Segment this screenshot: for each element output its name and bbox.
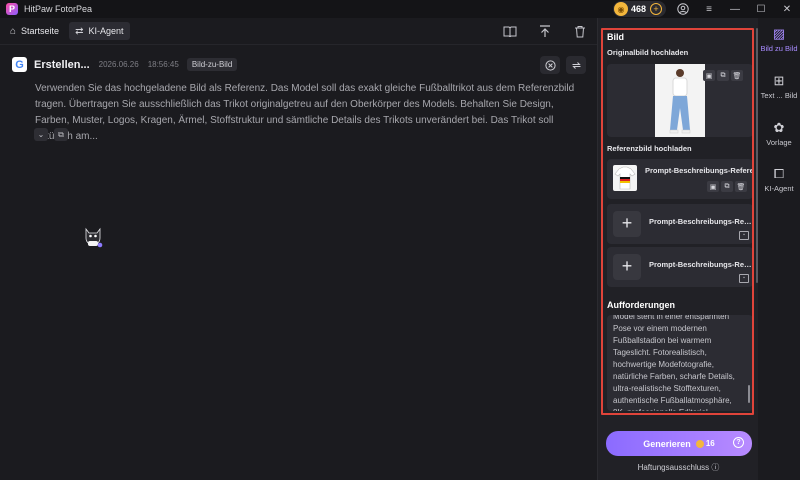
replace-reference-icon[interactable]: ▣ [707, 181, 719, 192]
regenerate-button[interactable] [566, 56, 586, 74]
sidebar-label: Text ... Bild [760, 91, 798, 100]
image-select-icon[interactable]: ▪ [739, 274, 749, 283]
add-reference-slot[interactable]: + Prompt-Beschreibungs-Refer... ▪ [607, 204, 753, 244]
template-icon: ✿ [773, 120, 785, 135]
coin-balance[interactable]: ◉ 468 + [612, 1, 666, 17]
image-to-image-icon: ▨ [772, 26, 786, 41]
app-window: HitPaw FotorPea ◉ 468 + ≡ — ☐ ✕ ⌂ Starts… [0, 0, 800, 480]
cancel-task-button[interactable] [540, 56, 560, 74]
replace-image-icon[interactable]: ▣ [703, 70, 715, 81]
section-title-image: Bild [607, 32, 624, 42]
sidebar-label: KI-Agent [764, 184, 794, 193]
coin-count: 468 [630, 4, 646, 14]
sidebar-item-image-to-image[interactable]: ▨ Bild zu Bild [758, 26, 800, 53]
tab-home-label: Startseite [21, 26, 60, 36]
sidebar-label: Bild zu Bild [760, 44, 798, 53]
home-icon: ⌂ [10, 25, 17, 37]
google-model-icon: G [12, 57, 27, 72]
reference-slot-name: Prompt-Beschreibungs-Refer... [649, 217, 753, 226]
reference-thumbnail [613, 165, 637, 191]
requirements-scrollbar[interactable] [748, 385, 750, 403]
tab-ai-agent-label: KI-Agent [88, 26, 124, 36]
coin-icon [695, 439, 704, 448]
copy-reference-icon[interactable]: ⧉ [721, 181, 733, 192]
parameter-panel: Bild Originalbild hochladen ▣ ⧉ 🗑 Refere… [597, 18, 758, 480]
add-coins-icon[interactable]: + [650, 3, 662, 15]
sidebar-item-template[interactable]: ✿ Vorlage [758, 120, 800, 147]
tab-home[interactable]: ⌂ Startseite [4, 22, 65, 40]
requirements-textarea[interactable]: Model steht in einer entspannten Pose vo… [607, 315, 752, 411]
ai-agent-icon: ⧠ [773, 166, 785, 181]
loading-mascot-icon [82, 225, 104, 249]
image-parameters-box: Bild Originalbild hochladen ▣ ⧉ 🗑 Refere… [601, 28, 754, 415]
prompt-text: Verwenden Sie das hochgeladene Bild als … [35, 83, 575, 142]
text-to-image-icon: ⊞ [773, 73, 785, 88]
app-title: HitPaw FotorPea [24, 4, 93, 14]
menu-icon[interactable]: ≡ [696, 0, 722, 18]
delete-reference-icon[interactable]: 🗑 [735, 181, 747, 192]
copy-image-icon[interactable]: ⧉ [717, 70, 729, 81]
expand-chevron-icon[interactable]: ⌄ [34, 128, 48, 141]
copy-icon[interactable]: ⧉ [54, 128, 68, 141]
coin-icon: ◉ [613, 2, 628, 16]
delete-image-icon[interactable]: 🗑 [731, 70, 743, 81]
task-title: Erstellen... [34, 58, 90, 71]
delete-icon[interactable] [571, 22, 589, 40]
task-type-badge: Bild-zu-Bild [186, 58, 238, 71]
tab-bar: ⌂ Startseite ⇄ KI-Agent [0, 18, 597, 44]
upload-icon[interactable] [536, 22, 554, 40]
requirements-text[interactable]: Model steht in einer entspannten Pose vo… [613, 315, 745, 411]
original-image-upload[interactable]: ▣ ⧉ 🗑 [607, 64, 752, 137]
close-icon[interactable]: ✕ [774, 0, 800, 18]
requirements-title: Aufforderungen [607, 300, 675, 310]
image-select-icon[interactable]: ▪ [739, 231, 749, 240]
disclaimer-link[interactable]: Haftungsausschluss ⓘ [598, 462, 759, 473]
swap-icon: ⇄ [75, 25, 84, 37]
account-icon[interactable] [670, 0, 696, 18]
original-image-preview [655, 64, 705, 137]
tool-sidebar: ▨ Bild zu Bild ⊞ Text ... Bild ✿ Vorlage… [758, 18, 800, 480]
sidebar-label: Vorlage [766, 138, 792, 147]
book-icon[interactable] [501, 22, 519, 40]
task-date: 2026.06.26 [98, 60, 139, 69]
generate-cost: 16 [705, 439, 715, 448]
reference-item[interactable]: Prompt-Beschreibungs-Referenz ▣ ⧉ 🗑 [607, 159, 754, 199]
minimize-icon[interactable]: — [722, 0, 748, 18]
add-icon[interactable]: + [613, 254, 641, 280]
add-icon[interactable]: + [613, 211, 641, 237]
tab-ai-agent[interactable]: ⇄ KI-Agent [69, 22, 130, 40]
task-time: 18:56:45 [147, 60, 179, 69]
sidebar-item-text-to-image[interactable]: ⊞ Text ... Bild [758, 73, 800, 100]
generate-label: Generieren [643, 438, 691, 449]
sidebar-item-ai-agent[interactable]: ⧠ KI-Agent [758, 166, 800, 193]
generate-button[interactable]: Generieren 16 ? [606, 431, 752, 456]
help-icon[interactable]: ? [733, 437, 744, 448]
divider [0, 44, 597, 45]
app-logo [6, 3, 18, 15]
add-reference-slot[interactable]: + Prompt-Beschreibungs-Refer... ▪ [607, 247, 753, 287]
maximize-icon[interactable]: ☐ [748, 0, 774, 18]
reference-name: Prompt-Beschreibungs-Referenz [645, 166, 754, 175]
reference-image-label: Referenzbild hochladen [607, 144, 692, 153]
original-image-label: Originalbild hochladen [607, 48, 689, 57]
title-bar: HitPaw FotorPea ◉ 468 + ≡ — ☐ ✕ [0, 0, 800, 18]
reference-slot-name: Prompt-Beschreibungs-Refer... [649, 260, 753, 269]
